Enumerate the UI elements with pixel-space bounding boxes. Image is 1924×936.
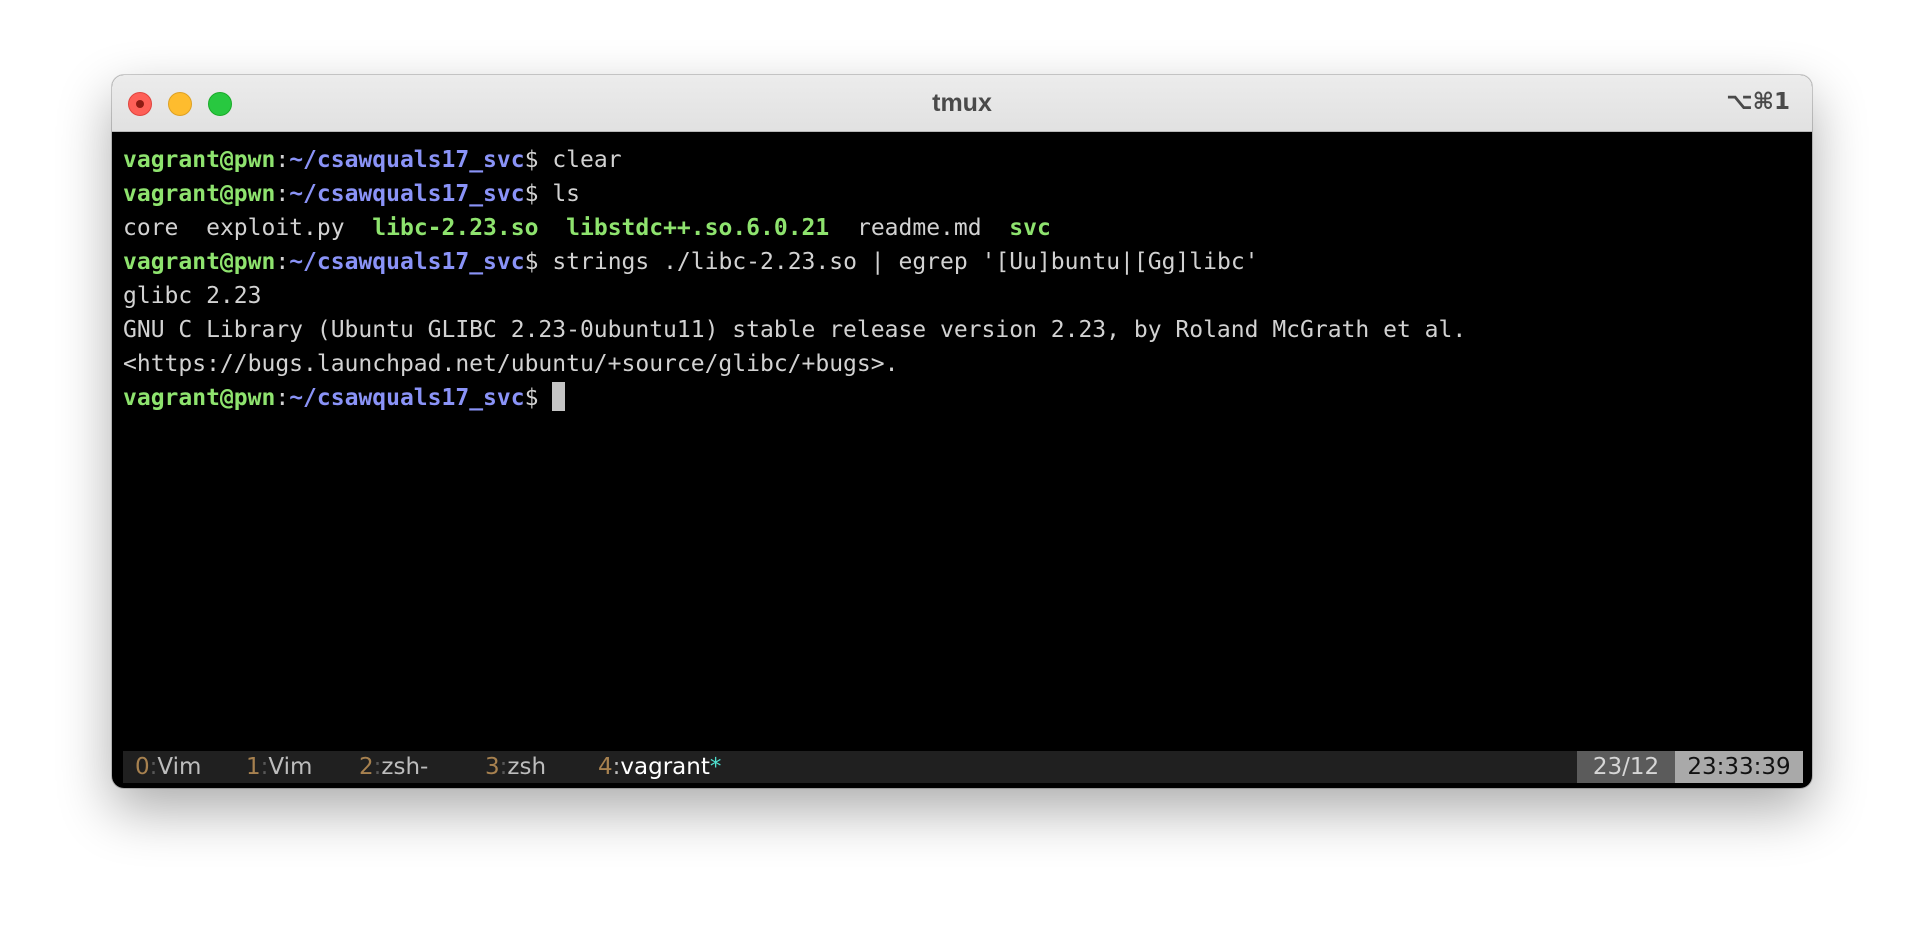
prompt-line: vagrant@pwn:~/csawquals17_svc$ strings .…	[123, 245, 1803, 279]
title-bar: tmux ⌥⌘1	[112, 75, 1812, 132]
prompt-colon: :	[275, 181, 290, 207]
output-line: GNU C Library (Ubuntu GLIBC 2.23-0ubuntu…	[123, 317, 1467, 343]
text-cursor	[552, 382, 566, 411]
file-entry-executable: svc	[1009, 215, 1051, 241]
window-index: 1	[246, 754, 261, 780]
prompt-colon: :	[275, 385, 290, 411]
prompt-line: vagrant@pwn:~/csawquals17_svc$ clear	[123, 143, 1803, 177]
terminal-pane[interactable]: vagrant@pwn:~/csawquals17_svc$ clear vag…	[123, 143, 1803, 643]
prompt-colon: :	[275, 249, 290, 275]
prompt-path: ~/csawquals17_svc	[289, 181, 525, 207]
file-entry-executable: libc-2.23.so	[372, 215, 539, 241]
prompt-symbol: $	[524, 385, 539, 411]
window-index: 3	[485, 754, 500, 780]
output-line: <https://bugs.launchpad.net/ubuntu/+sour…	[123, 351, 899, 377]
file-entry-executable: libstdc++.so.6.0.21	[566, 215, 830, 241]
terminal-window: tmux ⌥⌘1 vagrant@pwn:~/csawquals17_svc$ …	[112, 75, 1812, 788]
tmux-window-tab-current[interactable]: 4:vagrant*	[598, 751, 721, 783]
window-index: 2	[359, 754, 374, 780]
prompt-symbol: $	[524, 249, 539, 275]
prompt-user-host: vagrant@pwn	[123, 249, 276, 275]
window-index: 4	[598, 754, 613, 780]
tmux-window-tab[interactable]: 0:Vim	[135, 751, 201, 783]
prompt-user-host: vagrant@pwn	[123, 147, 276, 173]
command-text: ls	[552, 181, 581, 207]
prompt-path: ~/csawquals17_svc	[289, 385, 525, 411]
window-name: Vim	[157, 754, 202, 780]
file-entry: exploit.py	[206, 215, 345, 241]
prompt-symbol: $	[524, 147, 539, 173]
prompt-symbol: $	[524, 181, 539, 207]
tmux-window-tab[interactable]: 2:zsh-	[359, 751, 428, 783]
prompt-line: vagrant@pwn:~/csawquals17_svc$ ls	[123, 177, 1803, 211]
active-prompt-line[interactable]: vagrant@pwn:~/csawquals17_svc$	[123, 381, 1803, 415]
prompt-colon: :	[275, 147, 290, 173]
status-clock: 23:33:39	[1675, 751, 1803, 783]
window-title: tmux	[932, 89, 992, 117]
window-index: 0	[135, 754, 150, 780]
window-name: vagrant	[620, 754, 710, 780]
prompt-path: ~/csawquals17_svc	[289, 249, 525, 275]
tmux-status-bar: 0:Vim 1:Vim 2:zsh- 3:zsh 4:vagrant* 23/1…	[123, 751, 1803, 783]
file-entry: readme.md	[856, 215, 982, 241]
window-name: zsh	[507, 754, 547, 780]
output-line: glibc 2.23	[123, 283, 262, 309]
tmux-window-tab[interactable]: 1:Vim	[246, 751, 312, 783]
window-name: Vim	[268, 754, 313, 780]
ls-output-line: core exploit.py libc-2.23.so libstdc++.s…	[123, 211, 1803, 245]
window-name: zsh-	[381, 754, 429, 780]
current-window-flag: *	[709, 754, 722, 780]
command-text: clear	[552, 147, 622, 173]
load-indicator: 23/12	[1577, 751, 1675, 783]
prompt-user-host: vagrant@pwn	[123, 181, 276, 207]
tmux-window-tab[interactable]: 3:zsh	[485, 751, 546, 783]
prompt-path: ~/csawquals17_svc	[289, 147, 525, 173]
file-entry: core	[123, 215, 179, 241]
command-text: strings ./libc-2.23.so | egrep '[Uu]bunt…	[552, 249, 1259, 275]
window-shortcut-label: ⌥⌘1	[1726, 89, 1790, 115]
prompt-user-host: vagrant@pwn	[123, 385, 276, 411]
